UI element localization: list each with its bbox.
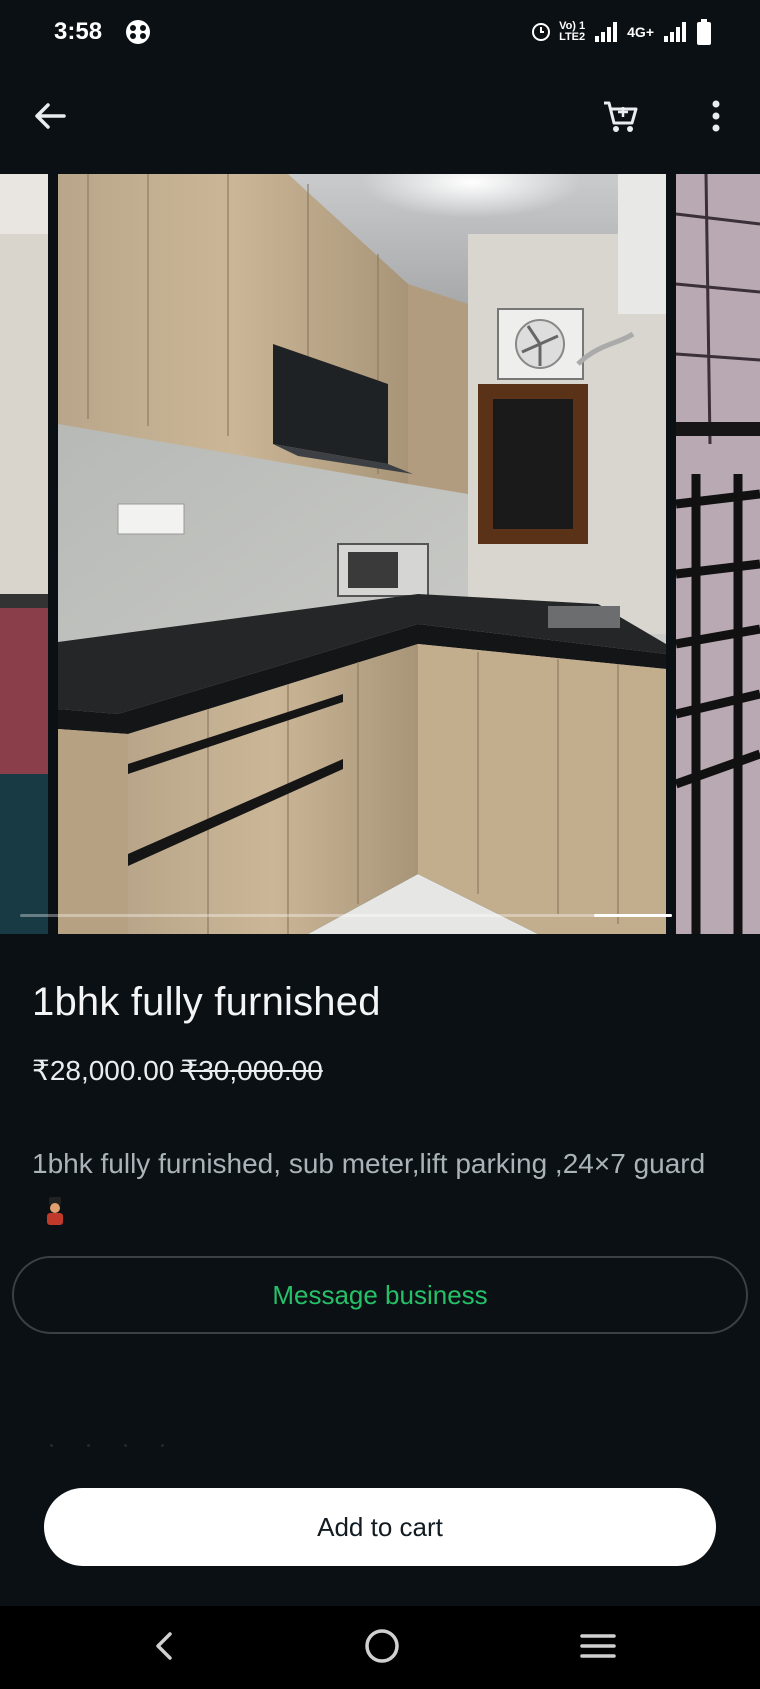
price-current: ₹28,000.00 bbox=[32, 1055, 175, 1086]
system-nav-bar bbox=[0, 1606, 760, 1689]
back-arrow-icon[interactable] bbox=[28, 94, 72, 138]
product-title: 1bhk fully furnished bbox=[32, 980, 381, 1024]
alarm-icon bbox=[532, 23, 551, 41]
signal-1-icon bbox=[595, 22, 618, 42]
nav-home-icon[interactable] bbox=[360, 1624, 404, 1668]
description-text: 1bhk fully furnished, sub meter,lift par… bbox=[32, 1148, 706, 1179]
price-row: ₹28,000.00 ₹30,000.00 bbox=[32, 1054, 323, 1087]
faint-divider bbox=[50, 1444, 164, 1447]
kitchen-photo[interactable] bbox=[58, 174, 666, 934]
volte-bottom: LTE2 bbox=[559, 31, 586, 43]
app-notification-icon bbox=[126, 20, 150, 44]
status-bar: 3:58 Vo) 1 LTE2 4G+ bbox=[0, 0, 760, 64]
app-bar bbox=[0, 64, 760, 174]
product-image-carousel[interactable] bbox=[0, 174, 760, 934]
signal-2-icon bbox=[664, 22, 686, 42]
cart-icon[interactable] bbox=[598, 94, 642, 138]
add-to-cart-button[interactable]: Add to cart bbox=[44, 1488, 716, 1566]
carousel-progress-indicator bbox=[593, 914, 672, 917]
status-time: 3:58 bbox=[54, 18, 103, 45]
more-vert-icon[interactable] bbox=[696, 94, 736, 138]
nav-back-icon[interactable] bbox=[146, 1626, 182, 1666]
previous-product-photo[interactable] bbox=[0, 174, 48, 934]
guard-emoji-icon bbox=[47, 1197, 63, 1225]
network-type: 4G+ bbox=[627, 24, 654, 40]
price-original: ₹30,000.00 bbox=[180, 1055, 323, 1086]
carousel-progress bbox=[20, 914, 672, 917]
product-description: 1bhk fully furnished, sub meter,lift par… bbox=[32, 1140, 712, 1236]
nav-recents-icon[interactable] bbox=[578, 1628, 618, 1664]
next-product-photo[interactable] bbox=[676, 174, 760, 934]
battery-icon bbox=[697, 19, 711, 45]
status-indicators: Vo) 1 LTE2 4G+ bbox=[531, 18, 712, 46]
message-business-button[interactable]: Message business bbox=[12, 1256, 748, 1334]
volte-indicator: Vo) 1 LTE2 bbox=[559, 21, 585, 43]
